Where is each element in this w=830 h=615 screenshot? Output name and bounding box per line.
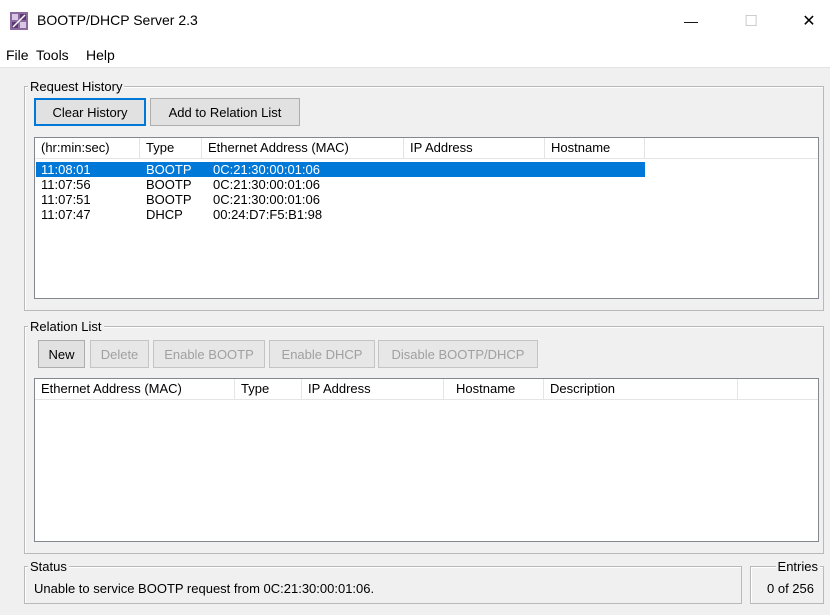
enable-dhcp-button[interactable]: Enable DHCP: [269, 340, 375, 368]
app-icon[interactable]: [10, 12, 28, 30]
relation-list-header: Ethernet Address (MAC) Type IP Address H…: [35, 379, 818, 400]
row-cell-mac: 0C:21:30:00:01:06: [213, 162, 320, 177]
menu-file[interactable]: File: [6, 47, 29, 63]
column-hostname[interactable]: Hostname: [545, 138, 645, 159]
request-history-header: (hr:min:sec) Type Ethernet Address (MAC)…: [35, 138, 818, 159]
table-row[interactable]: 11:07:51 BOOTP 0C:21:30:00:01:06: [36, 192, 645, 207]
entries-legend: Entries: [775, 559, 820, 574]
row-cell-type: DHCP: [146, 207, 183, 222]
table-row[interactable]: 11:08:01 BOOTP 0C:21:30:00:01:06: [36, 162, 645, 177]
request-history-list[interactable]: (hr:min:sec) Type Ethernet Address (MAC)…: [34, 137, 819, 299]
menu-bar: File Tools Help: [0, 42, 830, 68]
new-button[interactable]: New: [38, 340, 85, 368]
row-cell-time: 11:07:47: [41, 207, 91, 222]
request-history-legend: Request History: [28, 79, 125, 94]
title-bar: BOOTP/DHCP Server 2.3 — ☐ ✕: [0, 0, 830, 42]
status-panel: Status Unable to service BOOTP request f…: [24, 559, 742, 604]
entries-count: 0 of 256: [767, 581, 814, 596]
disable-bootp-dhcp-button[interactable]: Disable BOOTP/DHCP: [378, 340, 538, 368]
menu-help[interactable]: Help: [86, 47, 115, 63]
table-row[interactable]: 11:07:56 BOOTP 0C:21:30:00:01:06: [36, 177, 645, 192]
column-relation-hostname[interactable]: Hostname: [444, 379, 544, 400]
column-mac[interactable]: Ethernet Address (MAC): [202, 138, 404, 159]
column-time[interactable]: (hr:min:sec): [35, 138, 140, 159]
add-to-relation-list-button[interactable]: Add to Relation List: [150, 98, 300, 126]
row-cell-time: 11:08:01: [41, 162, 91, 177]
row-cell-mac: 0C:21:30:00:01:06: [213, 192, 320, 207]
relation-list[interactable]: Ethernet Address (MAC) Type IP Address H…: [34, 378, 819, 542]
close-icon: ✕: [802, 13, 816, 30]
minimize-icon: —: [684, 13, 698, 29]
clear-history-button[interactable]: Clear History: [34, 98, 146, 126]
delete-button[interactable]: Delete: [90, 340, 149, 368]
row-cell-time: 11:07:51: [41, 192, 91, 207]
enable-bootp-button[interactable]: Enable BOOTP: [153, 340, 265, 368]
row-cell-type: BOOTP: [146, 177, 192, 192]
row-cell-time: 11:07:56: [41, 177, 91, 192]
maximize-icon: ☐: [744, 13, 758, 30]
row-cell-mac: 0C:21:30:00:01:06: [213, 177, 320, 192]
minimize-button[interactable]: —: [668, 0, 714, 42]
status-message: Unable to service BOOTP request from 0C:…: [34, 581, 375, 596]
column-relation-ip[interactable]: IP Address: [302, 379, 444, 400]
column-type[interactable]: Type: [140, 138, 202, 159]
column-relation-description[interactable]: Description: [544, 379, 738, 400]
column-ip[interactable]: IP Address: [404, 138, 545, 159]
table-row[interactable]: 11:07:47 DHCP 00:24:D7:F5:B1:98: [36, 207, 645, 222]
column-relation-mac[interactable]: Ethernet Address (MAC): [35, 379, 235, 400]
menu-tools[interactable]: Tools: [36, 47, 69, 63]
entries-panel: Entries 0 of 256: [750, 559, 824, 604]
status-legend: Status: [28, 559, 69, 574]
close-button[interactable]: ✕: [786, 0, 830, 42]
relation-list-legend: Relation List: [28, 319, 104, 334]
maximize-button[interactable]: ☐: [728, 0, 774, 42]
column-relation-type[interactable]: Type: [235, 379, 302, 400]
window-title: BOOTP/DHCP Server 2.3: [37, 12, 198, 28]
row-cell-mac: 00:24:D7:F5:B1:98: [213, 207, 323, 222]
row-cell-type: BOOTP: [146, 162, 192, 177]
row-cell-type: BOOTP: [146, 192, 192, 207]
